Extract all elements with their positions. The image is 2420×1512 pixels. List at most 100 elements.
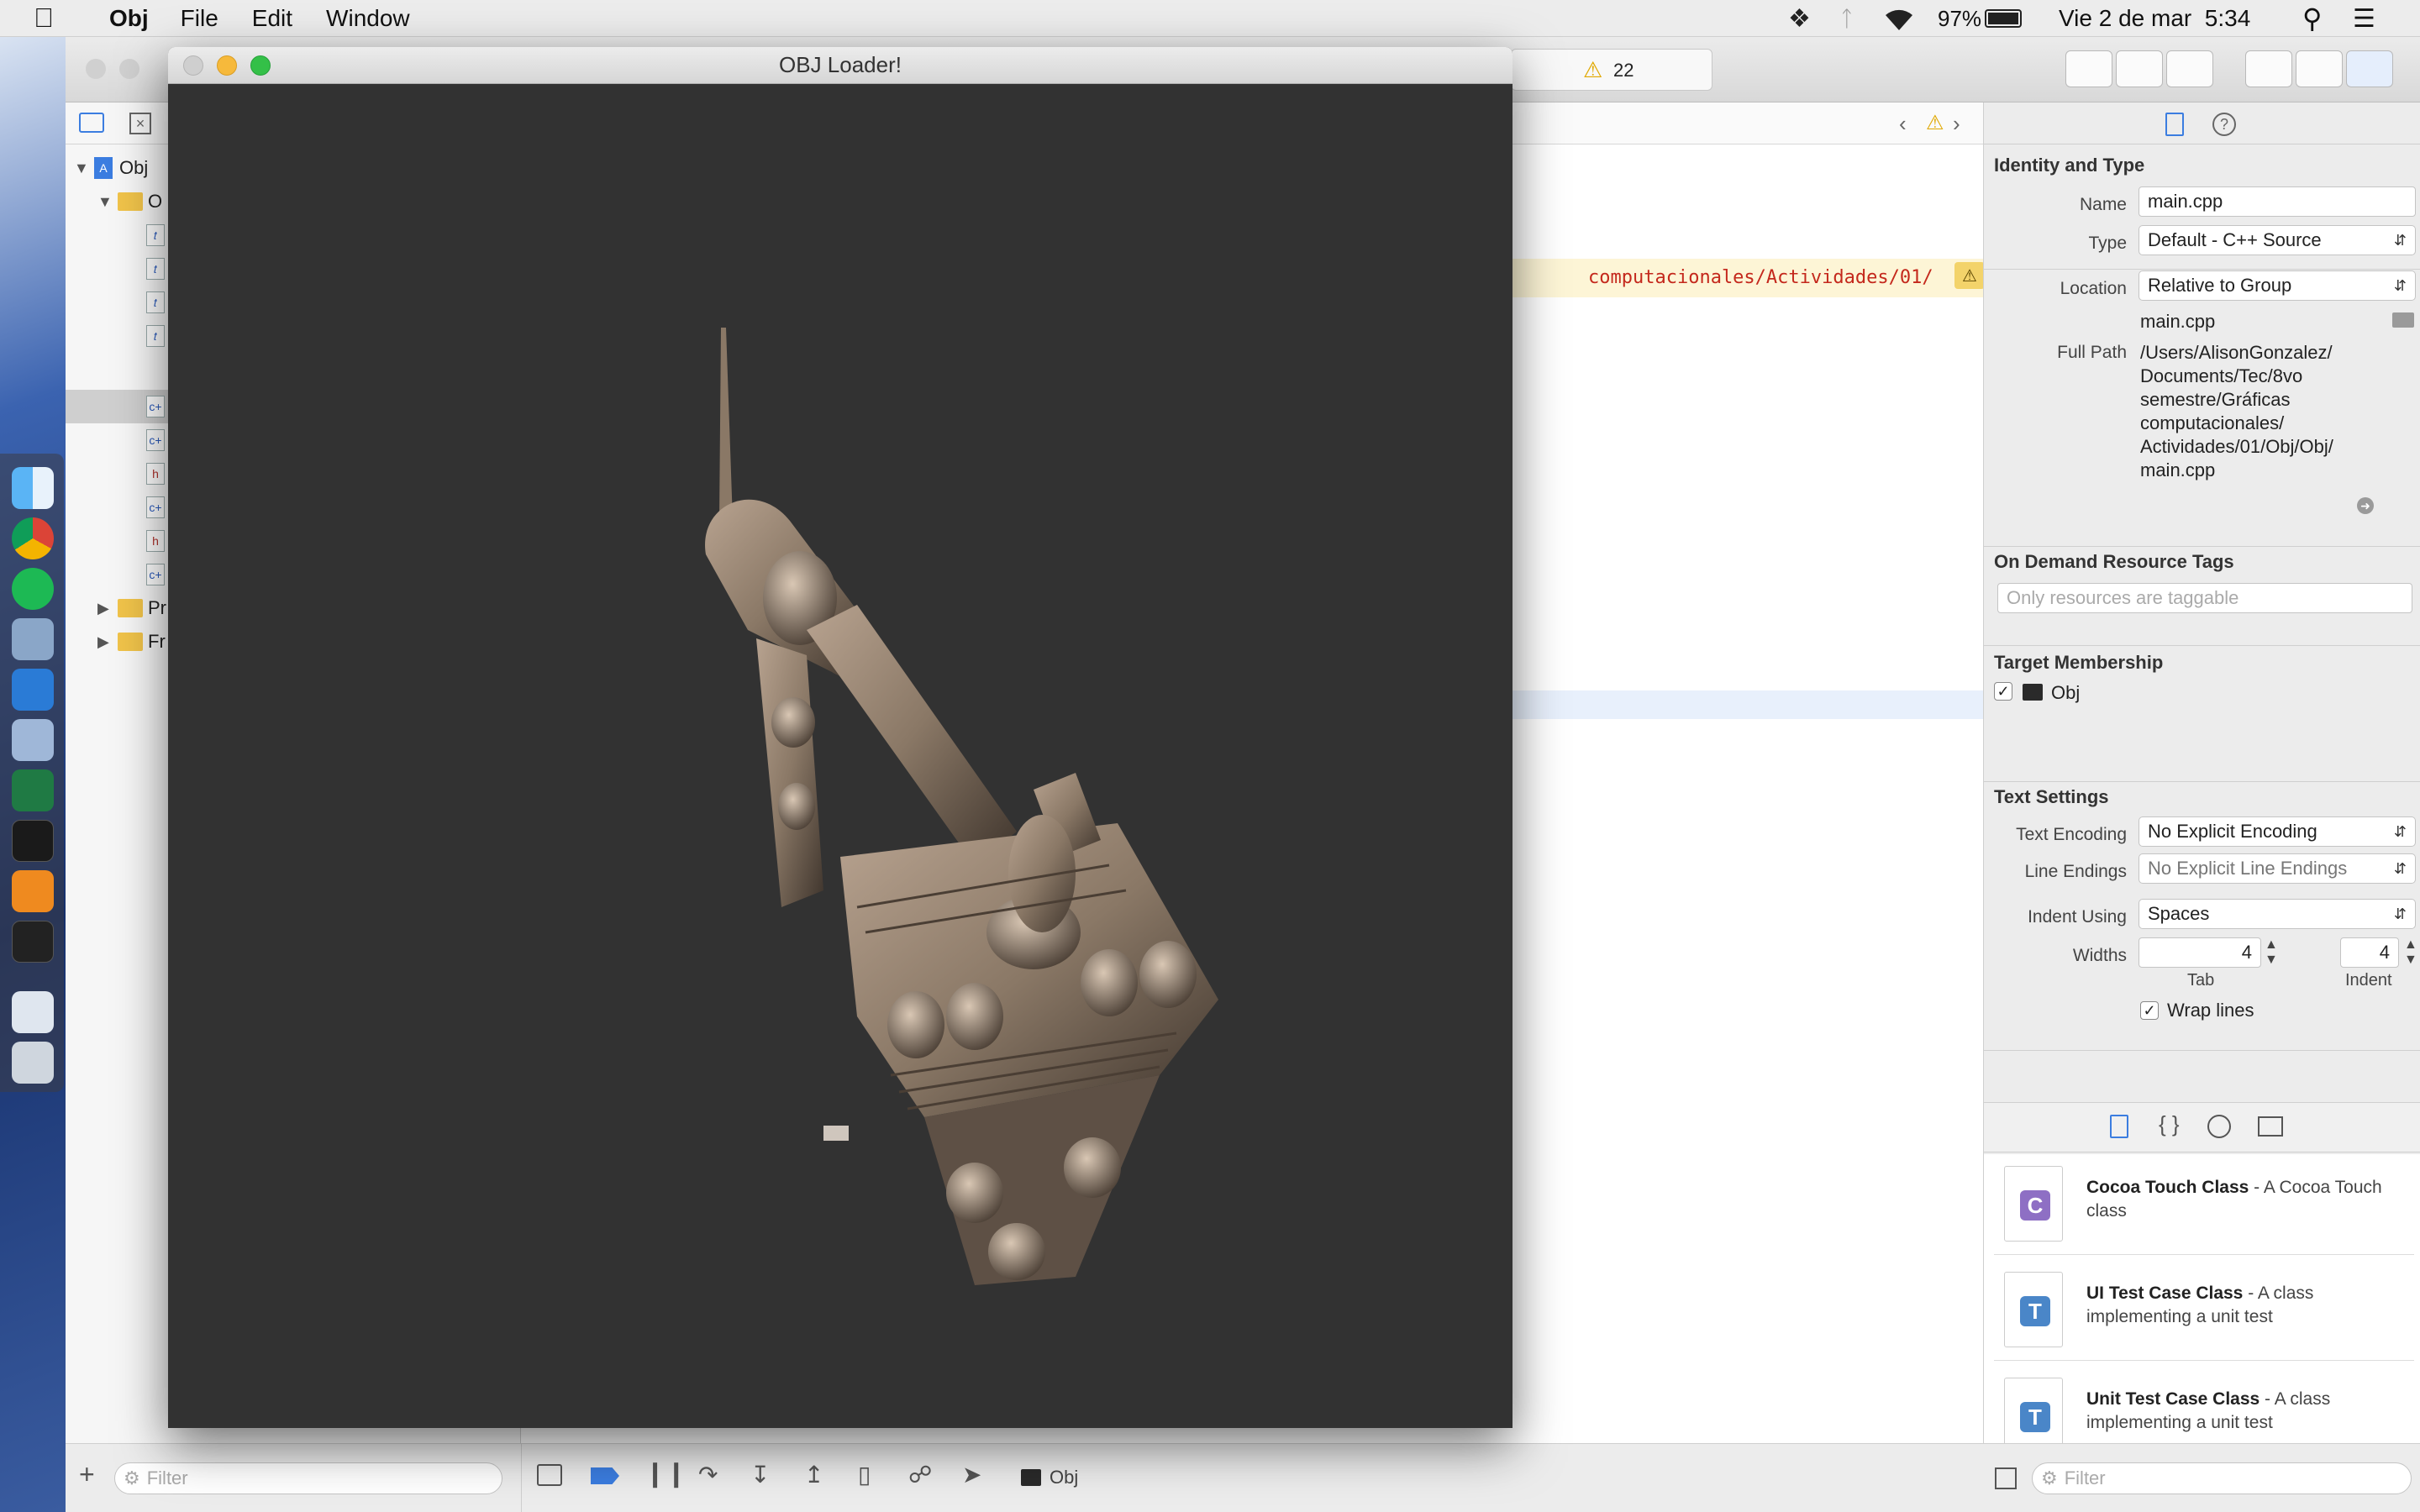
pause-icon[interactable]: ❙❙ xyxy=(644,1459,687,1488)
preview-dock-icon[interactable] xyxy=(12,618,54,660)
dropbox-icon[interactable]: ❖ xyxy=(1788,0,1811,37)
simulate-location-icon[interactable]: ➤ xyxy=(962,1461,981,1488)
terminal-dock-icon[interactable] xyxy=(12,820,54,862)
target-checkbox[interactable]: ✓ xyxy=(1994,682,2012,701)
obj-zoom-button[interactable] xyxy=(250,55,271,76)
indent-popup[interactable]: Spaces ⇵ xyxy=(2139,899,2416,929)
tree-file[interactable]: c+ xyxy=(146,423,165,457)
sublime-dock-icon[interactable] xyxy=(12,870,54,912)
reveal-in-finder-icon[interactable]: ➜ xyxy=(2357,497,2374,514)
xcode-minimize-button[interactable] xyxy=(119,59,139,79)
memory-graph-icon[interactable]: ☍ xyxy=(908,1461,932,1488)
tags-field[interactable]: Only resources are taggable xyxy=(1997,583,2412,613)
version-editor-button[interactable] xyxy=(2166,50,2213,87)
inline-warning-icon[interactable]: ⚠ xyxy=(1954,262,1985,289)
tree-file[interactable]: 𝑡 xyxy=(146,252,165,286)
console-dock-icon[interactable] xyxy=(12,921,54,963)
obj-minimize-button[interactable] xyxy=(217,55,237,76)
step-into-icon[interactable]: ↧ xyxy=(750,1461,770,1488)
type-popup[interactable]: Default - C++ Source ⇵ xyxy=(2139,225,2416,255)
standard-editor-button[interactable] xyxy=(2065,50,2112,87)
menu-clock[interactable]: Vie 2 de mar 5:34 xyxy=(2059,0,2250,37)
disclosure-open-icon[interactable]: ▼ xyxy=(74,160,94,177)
file-template-library-icon[interactable] xyxy=(2110,1115,2128,1138)
quick-help-icon[interactable]: ? xyxy=(2212,113,2236,136)
toggle-navigator-button[interactable] xyxy=(2245,50,2292,87)
folder-navigator-icon[interactable] xyxy=(79,113,104,133)
tree-group-products[interactable]: ▶ Pr xyxy=(97,591,166,625)
disclosure-closed-icon[interactable]: ▶ xyxy=(97,600,118,617)
tree-file-main-cpp[interactable]: c+ xyxy=(146,390,165,423)
previous-issue-icon[interactable]: ‹ xyxy=(1899,111,1907,137)
notification-center-icon[interactable]: ☰ xyxy=(2353,0,2375,37)
battery-icon[interactable] xyxy=(1985,0,2022,37)
name-field[interactable]: main.cpp xyxy=(2139,186,2416,217)
toggle-debug-area-button[interactable] xyxy=(2296,50,2343,87)
tree-root-obj[interactable]: ▼ A Obj xyxy=(74,151,148,185)
tree-file[interactable]: c+ xyxy=(146,491,165,524)
disclosure-open-icon[interactable]: ▼ xyxy=(97,193,118,211)
file-inspector-icon[interactable] xyxy=(2165,113,2184,136)
menu-window[interactable]: Window xyxy=(326,5,410,32)
xcode-close-button[interactable] xyxy=(86,59,106,79)
library-grid-icon[interactable] xyxy=(1995,1467,2017,1489)
issue-warning-icon[interactable]: ⚠ xyxy=(1926,111,1944,135)
indent-width-stepper[interactable]: ▲ ▼ xyxy=(2404,937,2417,968)
wifi-icon[interactable] xyxy=(1882,7,1916,32)
code-snippet-library-icon[interactable]: { } xyxy=(2159,1111,2180,1137)
tree-file[interactable]: h xyxy=(146,524,165,558)
library-item[interactable]: T UI Test Case Class - A class implement… xyxy=(1994,1260,2414,1361)
encoding-popup[interactable]: No Explicit Encoding ⇵ xyxy=(2139,816,2416,847)
indent-width-field[interactable]: 4 xyxy=(2340,937,2399,968)
warning-icon[interactable]: ⚠ xyxy=(1583,57,1602,83)
apple-menu-icon[interactable]:  xyxy=(34,3,54,34)
warning-count[interactable]: 22 xyxy=(1613,60,1634,81)
wrap-lines-checkbox[interactable]: ✓ xyxy=(2140,1001,2159,1020)
tree-file[interactable]: 𝑡 xyxy=(146,319,165,353)
downloads-dock-icon[interactable] xyxy=(12,991,54,1033)
location-popup[interactable]: Relative to Group ⇵ xyxy=(2139,270,2416,301)
navigator-filter-field[interactable]: ⚙ Filter xyxy=(114,1462,502,1494)
spotify-dock-icon[interactable] xyxy=(12,568,54,610)
tree-file[interactable]: h xyxy=(146,457,165,491)
view-debugger-icon[interactable]: ▯ xyxy=(858,1461,871,1488)
tree-file[interactable]: 𝑡 xyxy=(146,286,165,319)
spotlight-search-icon[interactable]: ⚲ xyxy=(2302,0,2322,37)
xcode-dock-icon[interactable] xyxy=(12,669,54,711)
toggle-utilities-button[interactable] xyxy=(2346,50,2393,87)
menu-app-name[interactable]: Obj xyxy=(109,5,149,32)
breakpoints-toggle-icon[interactable] xyxy=(591,1467,619,1484)
bluetooth-icon[interactable]: ᛏ xyxy=(1840,0,1854,37)
tree-file[interactable]: c+ xyxy=(146,558,165,591)
issue-navigator-icon[interactable]: × xyxy=(129,113,151,134)
tree-group-frameworks[interactable]: ▶ Fr xyxy=(97,625,166,659)
opengl-render-viewport[interactable] xyxy=(168,84,1512,1428)
chrome-dock-icon[interactable] xyxy=(12,517,54,559)
trash-dock-icon[interactable] xyxy=(12,1042,54,1084)
library-filter-field[interactable]: ⚙ Filter xyxy=(2032,1462,2412,1494)
line-endings-popup[interactable]: No Explicit Line Endings ⇵ xyxy=(2139,853,2416,884)
obj-window-titlebar[interactable]: OBJ Loader! xyxy=(168,47,1512,84)
step-over-icon[interactable]: ↷ xyxy=(698,1461,718,1488)
object-library-icon[interactable] xyxy=(2207,1115,2231,1138)
step-out-icon[interactable]: ↥ xyxy=(804,1461,823,1488)
next-issue-icon[interactable]: › xyxy=(1953,111,1960,137)
media-library-icon[interactable] xyxy=(2258,1116,2283,1137)
tab-width-stepper[interactable]: ▲ ▼ xyxy=(2265,937,2278,968)
scheme-name[interactable]: Obj xyxy=(1050,1467,1078,1488)
menu-edit[interactable]: Edit xyxy=(252,5,292,32)
add-icon[interactable]: + xyxy=(79,1459,95,1490)
tree-group-obj[interactable]: ▼ O xyxy=(97,185,162,218)
menu-file[interactable]: File xyxy=(181,5,218,32)
excel-dock-icon[interactable] xyxy=(12,769,54,811)
obj-close-button[interactable] xyxy=(183,55,203,76)
library-item[interactable]: C Cocoa Touch Class - A Cocoa Touch clas… xyxy=(1994,1154,2414,1255)
disclosure-closed-icon[interactable]: ▶ xyxy=(97,633,118,651)
finder-dock-icon[interactable] xyxy=(12,467,54,509)
tab-width-field[interactable]: 4 xyxy=(2139,937,2261,968)
obj-loader-window[interactable]: OBJ Loader! xyxy=(168,47,1512,1428)
photos-dock-icon[interactable] xyxy=(12,719,54,761)
choose-folder-icon[interactable] xyxy=(2392,312,2414,328)
tree-file[interactable]: 𝑡 xyxy=(146,218,165,252)
hide-debug-area-icon[interactable] xyxy=(537,1464,562,1486)
